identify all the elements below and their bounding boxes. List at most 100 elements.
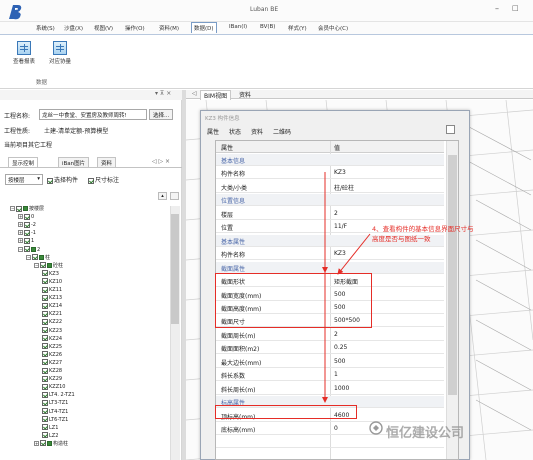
tree-node[interactable]: KZ27 bbox=[42, 359, 62, 367]
tab-bim-view[interactable]: BIM视图 bbox=[200, 90, 232, 100]
tree-node[interactable]: LZ2 bbox=[42, 432, 58, 440]
tab-properties[interactable]: 属性 bbox=[207, 127, 219, 136]
tree-node[interactable]: KZ11 bbox=[42, 286, 62, 294]
tree-node[interactable]: KZ22 bbox=[42, 318, 62, 326]
maximize-button[interactable]: □ bbox=[512, 4, 519, 12]
view-nav-left-icon[interactable]: ◁ bbox=[192, 90, 197, 97]
tree-node[interactable]: +0 bbox=[18, 213, 34, 221]
tree-node[interactable]: − 按楼层 bbox=[10, 205, 44, 213]
left-panel-controls[interactable]: ▾ ⊼ × bbox=[155, 90, 171, 97]
checkbox-icon[interactable] bbox=[16, 205, 22, 212]
tab-iban-images[interactable]: iBan图片 bbox=[58, 157, 90, 167]
checkbox-icon[interactable] bbox=[42, 359, 48, 366]
checkbox-icon[interactable] bbox=[42, 310, 48, 317]
checkbox-icon[interactable] bbox=[32, 254, 38, 261]
checkbox-icon[interactable] bbox=[42, 391, 48, 398]
checkbox-icon[interactable] bbox=[42, 343, 48, 350]
tree-node[interactable]: KZ14 bbox=[42, 302, 62, 310]
grid-scroll-thumb[interactable] bbox=[448, 155, 457, 395]
checkbox-icon[interactable] bbox=[40, 440, 46, 447]
checkbox-icon[interactable] bbox=[42, 302, 48, 309]
size-checkbox[interactable]: 尺寸标注 bbox=[88, 175, 119, 184]
checkbox-icon[interactable] bbox=[42, 294, 48, 301]
tree-scroll-up-button[interactable]: ▴ bbox=[158, 192, 167, 200]
checkbox-icon[interactable] bbox=[24, 229, 30, 236]
menu-material[interactable]: 资料(M) bbox=[157, 23, 181, 33]
tab-dialog-materials[interactable]: 资料 bbox=[251, 127, 263, 136]
tab-display-control[interactable]: 显示控制 bbox=[8, 157, 39, 167]
checkbox-icon[interactable] bbox=[40, 262, 46, 269]
expand-toggle-icon[interactable]: − bbox=[34, 262, 39, 268]
tree-node[interactable]: KZ23 bbox=[42, 327, 62, 335]
checkbox-icon[interactable] bbox=[42, 318, 48, 325]
tree-node[interactable]: − 柱 bbox=[26, 254, 50, 262]
expand-toggle-icon[interactable]: + bbox=[34, 440, 39, 446]
checkbox-icon[interactable] bbox=[42, 432, 48, 439]
checkbox-icon[interactable] bbox=[42, 375, 48, 382]
checkbox-icon[interactable] bbox=[42, 351, 48, 358]
tree-node[interactable]: + -1 bbox=[18, 229, 36, 237]
checkbox-icon[interactable] bbox=[42, 416, 48, 423]
checkbox-icon[interactable] bbox=[42, 278, 48, 285]
menu-system[interactable]: 系统(S) bbox=[34, 23, 57, 33]
current-project-link[interactable]: 当前项目其它工程 bbox=[4, 140, 52, 149]
tree-node[interactable]: LT4. 2-TZ1 bbox=[42, 391, 75, 399]
menu-data[interactable]: 数据(D) bbox=[191, 22, 217, 33]
menu-member-center[interactable]: 会员中心(C) bbox=[316, 23, 350, 33]
expand-toggle-icon[interactable]: + bbox=[18, 214, 23, 220]
expand-toggle-icon[interactable]: + bbox=[18, 238, 23, 244]
checkbox-icon[interactable] bbox=[24, 221, 30, 228]
tree-node[interactable]: KZ24 bbox=[42, 335, 62, 343]
mode-select[interactable]: 按楼层 ▾ bbox=[5, 174, 43, 185]
menu-style[interactable]: 样式(Y) bbox=[286, 23, 309, 33]
select-project-button[interactable]: 选择... bbox=[149, 109, 174, 120]
export-icon[interactable] bbox=[446, 125, 455, 134]
tree-node[interactable]: KZ29 bbox=[42, 375, 62, 383]
menu-sandbox[interactable]: 沙盘(X) bbox=[62, 23, 85, 33]
checkbox-icon[interactable] bbox=[42, 399, 48, 406]
view-report-button[interactable]: 查看报表 bbox=[8, 41, 40, 65]
checkbox-icon[interactable] bbox=[42, 335, 48, 342]
tree-node[interactable]: KZ28 bbox=[42, 367, 62, 375]
checkbox-icon[interactable] bbox=[24, 246, 30, 252]
tree-node[interactable]: +1 bbox=[18, 237, 34, 245]
checkbox-icon[interactable] bbox=[42, 383, 48, 390]
menu-operate[interactable]: 操作(O) bbox=[123, 23, 147, 33]
tree-node[interactable]: − 砼柱 bbox=[34, 262, 63, 270]
checkbox-icon[interactable] bbox=[24, 237, 30, 244]
tree-node[interactable]: LT6-TZ1 bbox=[42, 416, 68, 424]
menu-bv[interactable]: BV(B) bbox=[258, 23, 277, 31]
tree-scroll-thumb[interactable] bbox=[171, 214, 179, 324]
tree-node[interactable]: KZ3 bbox=[42, 270, 59, 278]
checkbox-icon[interactable] bbox=[42, 424, 48, 431]
tree-collapse-button[interactable] bbox=[170, 192, 179, 200]
quantity-match-button[interactable]: 对应协量 bbox=[43, 41, 77, 65]
tree-node[interactable]: + -2 bbox=[18, 221, 36, 229]
expand-toggle-icon[interactable]: + bbox=[18, 230, 23, 236]
component-checkbox[interactable]: 选择构件 bbox=[47, 175, 78, 184]
tree-node[interactable]: LT3-TZ1 bbox=[42, 399, 68, 407]
expand-toggle-icon[interactable]: − bbox=[26, 254, 31, 260]
tab-materials[interactable]: 资料 bbox=[97, 157, 117, 167]
checkbox-icon[interactable] bbox=[42, 367, 48, 374]
expand-toggle-icon[interactable]: − bbox=[18, 246, 23, 252]
checkbox-icon[interactable] bbox=[24, 213, 30, 220]
tab-nav-controls[interactable]: ◁ ▷ × bbox=[152, 158, 170, 165]
minimize-button[interactable]: – bbox=[495, 4, 499, 13]
checkbox-icon[interactable] bbox=[42, 408, 48, 414]
menu-iban[interactable]: IBan(I) bbox=[227, 23, 249, 31]
tree-node[interactable]: LT4-TZ1 bbox=[42, 408, 68, 416]
tree-node[interactable]: KZ10 bbox=[42, 278, 62, 286]
tab-qr-code[interactable]: 二维码 bbox=[273, 127, 291, 136]
tree-node[interactable]: LZ1 bbox=[42, 424, 58, 432]
project-name-select[interactable]: 龙丝一中食堂、安置房及教师周转! bbox=[39, 109, 147, 120]
menu-view[interactable]: 视图(V) bbox=[92, 23, 115, 33]
checkbox-icon[interactable] bbox=[42, 327, 48, 333]
tab-view-materials[interactable]: 资料 bbox=[236, 90, 254, 99]
tree-node[interactable]: + 构造柱 bbox=[34, 440, 68, 448]
tree-node[interactable]: KZZ10 bbox=[42, 383, 66, 391]
tree-node[interactable]: KZ25 bbox=[42, 343, 62, 351]
tree-node[interactable]: KZ21 bbox=[42, 310, 62, 318]
expand-toggle-icon[interactable]: + bbox=[18, 222, 23, 228]
expand-toggle-icon[interactable]: − bbox=[10, 206, 15, 211]
